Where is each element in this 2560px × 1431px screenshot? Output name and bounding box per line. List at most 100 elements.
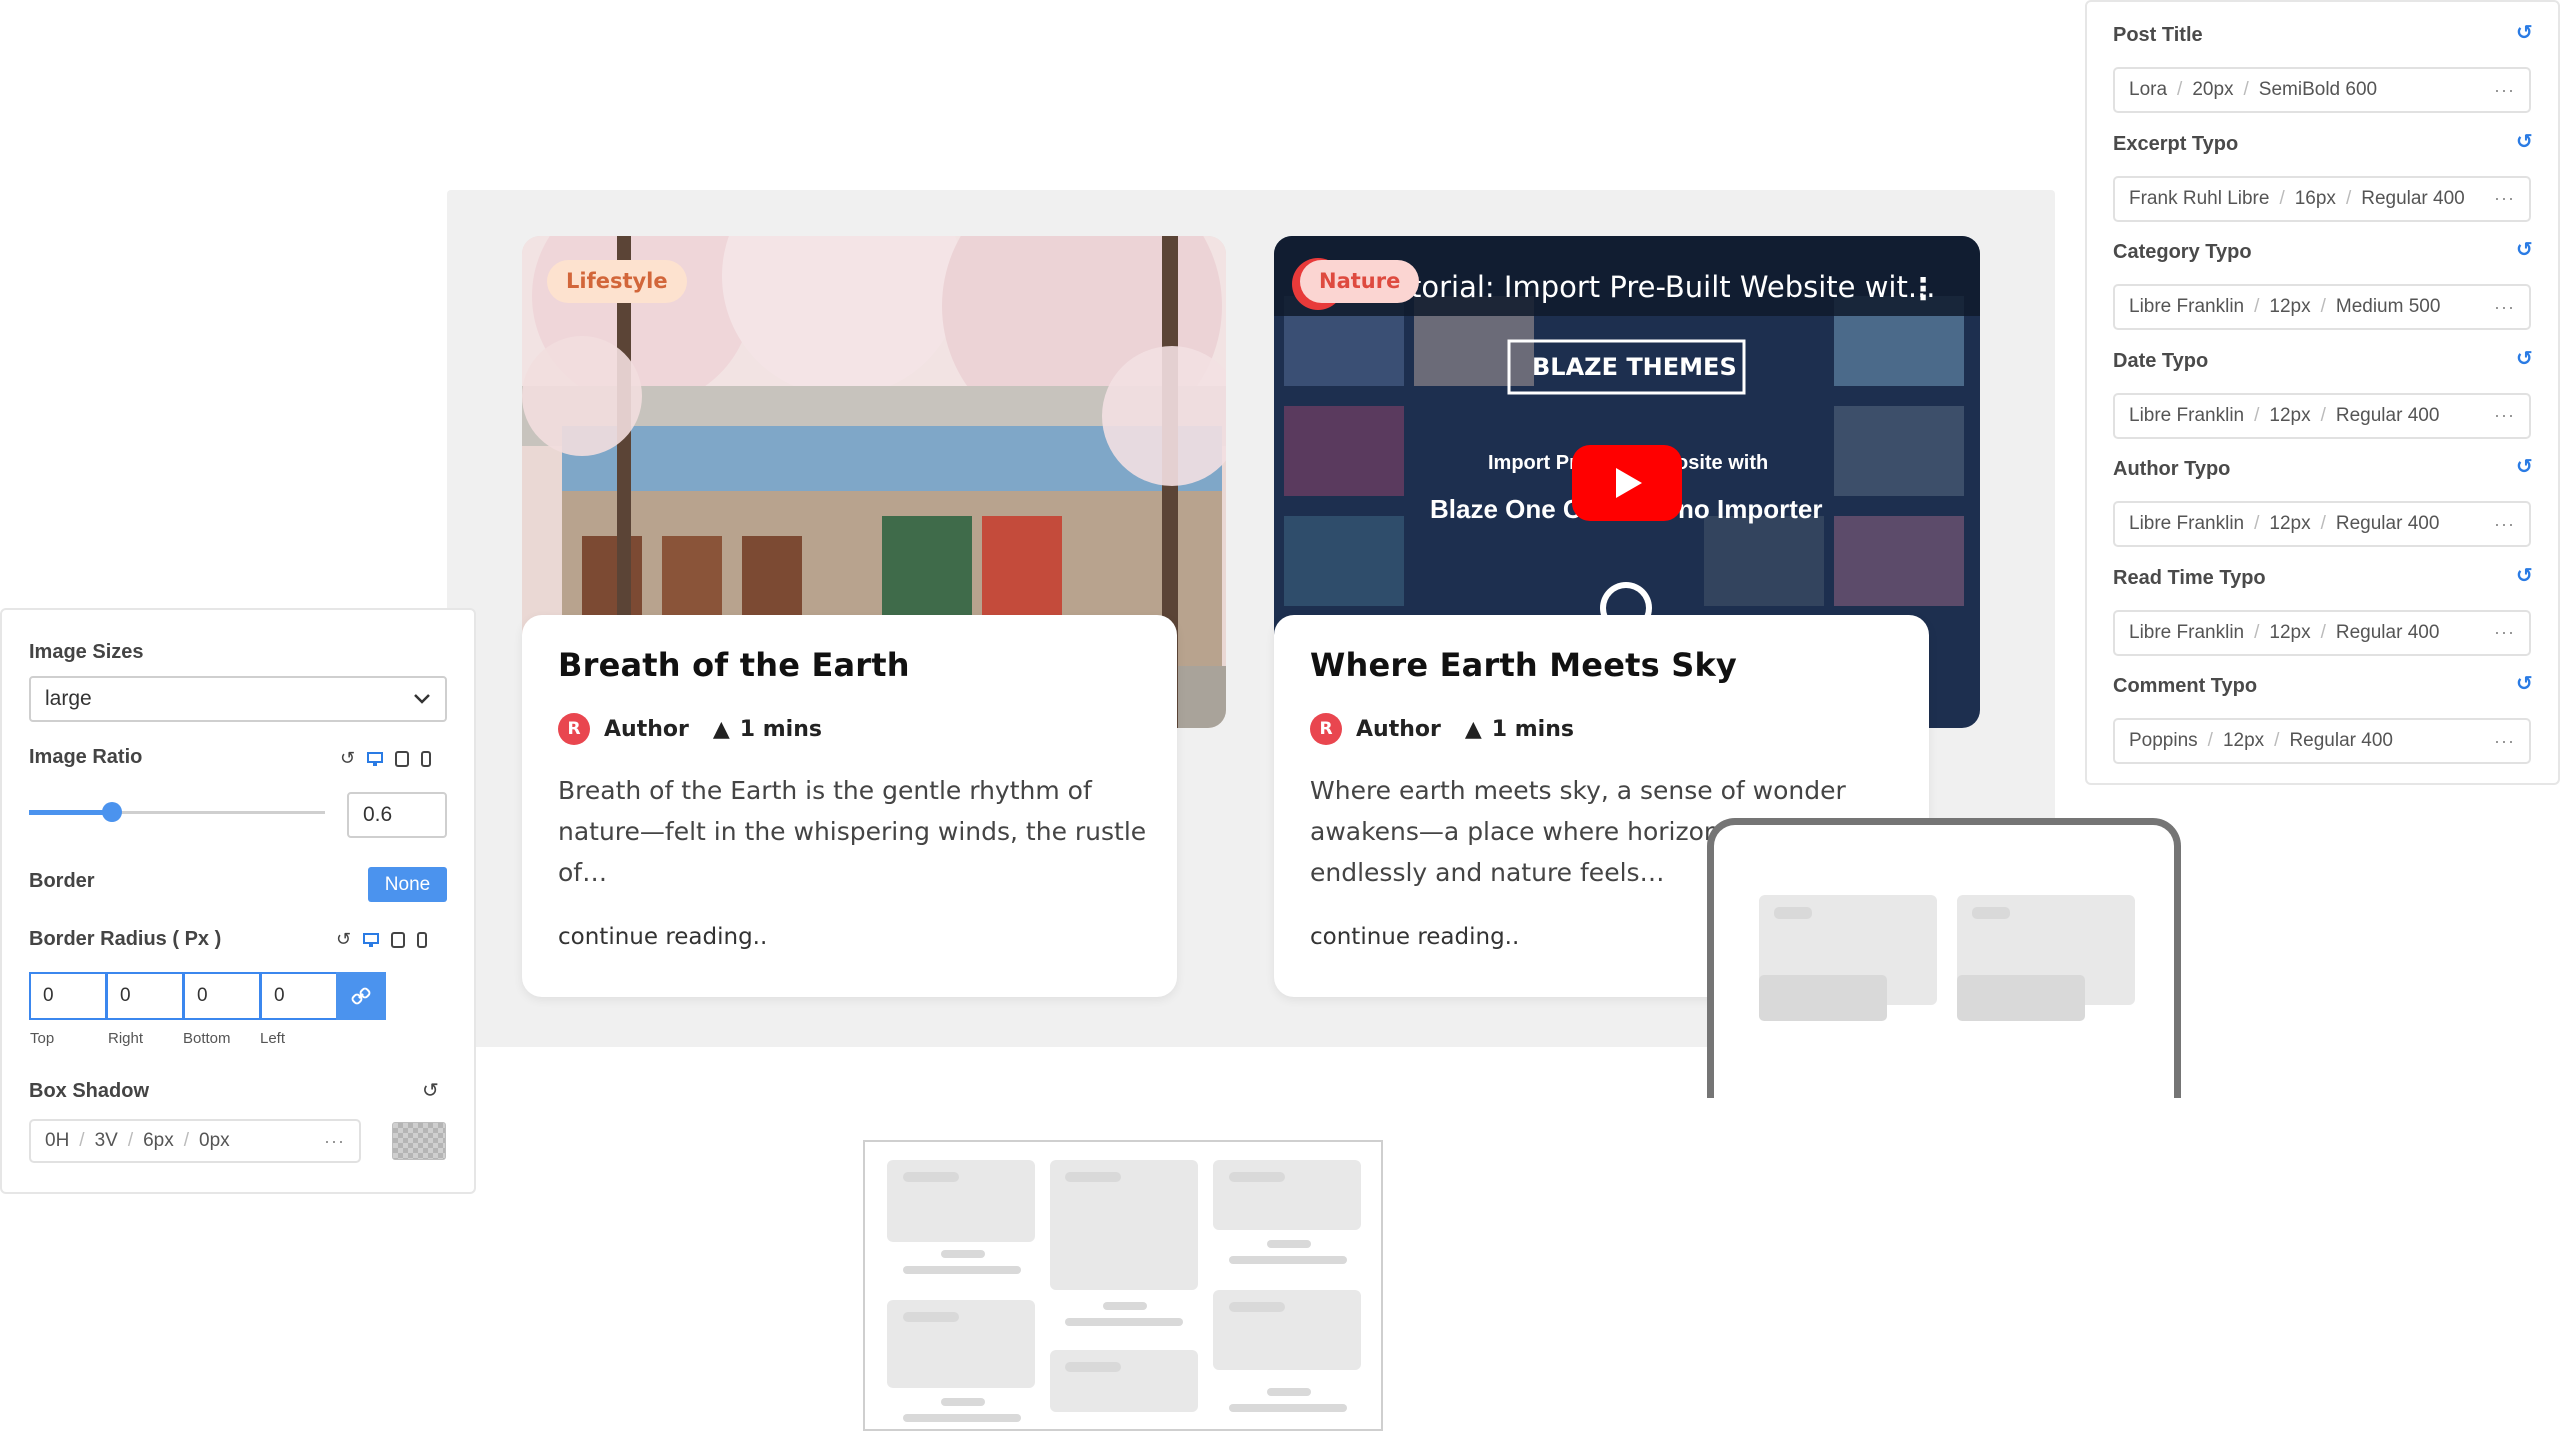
typography-label: Category Typo <box>2113 241 2252 263</box>
typography-size: 12px <box>2269 296 2311 317</box>
author-avatar: R <box>558 713 590 745</box>
separator: / <box>2207 730 2213 751</box>
image-ratio-label: Image Ratio <box>29 746 143 768</box>
radius-bottom-input[interactable]: 0 <box>183 972 261 1020</box>
radius-left-caption: Left <box>260 1030 286 1047</box>
link-icon <box>351 987 371 1005</box>
read-time: 1 mins <box>739 716 822 742</box>
video-text: Import Pr <box>1488 452 1577 474</box>
placeholder-line <box>1267 1240 1311 1248</box>
reset-icon[interactable]: ↺ <box>2516 671 2533 696</box>
mobile-icon[interactable] <box>421 750 432 767</box>
separator: / <box>2345 187 2352 209</box>
responsive-toggles: ↺ <box>340 748 432 769</box>
more-options-icon[interactable]: ··· <box>2494 80 2515 101</box>
image-ratio-input[interactable]: 0.6 <box>347 792 447 838</box>
typography-field[interactable]: Libre Franklin / 12px / Regular 400 ··· <box>2113 392 2531 439</box>
shadow-blur: 6px <box>143 1130 174 1151</box>
category-badge[interactable]: Nature <box>1300 260 1420 303</box>
typography-weight: Medium 500 <box>2335 296 2441 317</box>
desktop-icon[interactable] <box>363 932 380 948</box>
reset-icon[interactable]: ↺ <box>2516 237 2533 262</box>
excerpt-line: Where earth meets sky, a sense of wonder <box>1310 776 1846 805</box>
more-options-icon[interactable]: ··· <box>2494 297 2515 318</box>
placeholder-line <box>903 1414 1021 1422</box>
typography-font: Libre Franklin <box>2129 404 2245 426</box>
typography-field[interactable]: Frank Ruhl Libre / 16px / Regular 400 ··· <box>2113 175 2531 222</box>
image-sizes-select[interactable]: large <box>29 676 447 722</box>
more-options-icon[interactable]: ··· <box>2494 188 2515 209</box>
tablet-icon[interactable] <box>395 750 410 767</box>
radius-right-input[interactable]: 0 <box>106 972 184 1020</box>
typography-weight: Regular 400 <box>2335 404 2440 426</box>
image-ratio-slider-handle[interactable] <box>101 802 122 822</box>
post-excerpt: Breath of the Earth is the gentle rhythm… <box>558 770 1158 893</box>
separator: / <box>2274 730 2280 751</box>
typography-panel: Post Title ↺ Lora / 20px / SemiBold 600 ··· Exce… <box>2085 0 2560 785</box>
category-badge[interactable]: Lifestyle <box>547 260 687 303</box>
typography-label: Post Title <box>2113 24 2203 46</box>
more-options-icon[interactable]: ··· <box>2494 622 2515 643</box>
typography-font: Libre Franklin <box>2129 296 2245 317</box>
typography-field[interactable]: Poppins / 12px / Regular 400 ··· <box>2113 718 2531 764</box>
more-options-icon[interactable]: ··· <box>2494 405 2515 426</box>
image-sizes-value: large <box>45 687 92 710</box>
post-title[interactable]: Where Earth Meets Sky <box>1310 646 1737 684</box>
author-name[interactable]: Author <box>604 717 689 742</box>
author-name[interactable]: Author <box>1356 717 1441 742</box>
placeholder-line <box>903 1172 959 1182</box>
excerpt-line: of… <box>558 858 608 887</box>
placeholder-line <box>1065 1318 1183 1326</box>
continue-reading-link[interactable]: continue reading.. <box>1310 924 1519 950</box>
separator: / <box>2320 404 2326 426</box>
more-options-icon[interactable]: ··· <box>2494 514 2515 535</box>
read-time: 1 mins <box>1491 716 1574 742</box>
separator: / <box>2320 296 2326 317</box>
shadow-color-swatch[interactable] <box>392 1122 446 1160</box>
reset-icon[interactable]: ↺ <box>2516 563 2533 588</box>
reset-icon[interactable]: ↺ <box>2516 346 2533 371</box>
shadow-spread: 0px <box>199 1130 230 1151</box>
typography-size: 12px <box>2269 404 2311 426</box>
reset-icon[interactable]: ↺ <box>2516 129 2533 154</box>
excerpt-line: nature—felt in the whispering winds, the… <box>558 817 1147 846</box>
tablet-icon[interactable] <box>391 931 406 948</box>
typography-field[interactable]: Libre Franklin / 12px / Medium 500 ··· <box>2113 284 2531 330</box>
reset-icon[interactable]: ↺ <box>2516 454 2533 479</box>
border-none-button[interactable]: None <box>368 867 447 902</box>
typography-field[interactable]: Libre Franklin / 12px / Regular 400 ··· <box>2113 501 2531 547</box>
reading-icon: ▲ <box>712 716 730 742</box>
box-shadow-field[interactable]: 0H/ 3V/ 6px/ 0px ··· <box>29 1119 361 1163</box>
typography-font: Libre Franklin <box>2129 513 2245 534</box>
post-title[interactable]: Breath of the Earth <box>558 646 910 684</box>
placeholder-line <box>1267 1388 1311 1396</box>
typography-font: Poppins <box>2129 730 2198 751</box>
typography-field[interactable]: Libre Franklin / 12px / Regular 400 ··· <box>2113 609 2531 656</box>
more-options-icon[interactable]: ··· <box>2494 731 2515 752</box>
reset-icon[interactable]: ↺ <box>340 748 355 769</box>
more-vert-icon[interactable]: ⋮ <box>1908 272 1938 307</box>
typography-field[interactable]: Lora / 20px / SemiBold 600 ··· <box>2113 67 2531 113</box>
typography-weight: SemiBold 600 <box>2258 79 2378 100</box>
youtube-play-button[interactable] <box>1572 445 1682 521</box>
reset-icon[interactable]: ↺ <box>336 929 351 950</box>
continue-reading-link[interactable]: continue reading.. <box>558 924 767 950</box>
radius-bottom-caption: Bottom <box>183 1030 231 1047</box>
desktop-icon[interactable] <box>367 751 384 767</box>
image-sizes-label: Image Sizes <box>29 641 144 663</box>
mobile-icon[interactable] <box>417 931 428 948</box>
placeholder-block <box>1957 975 2085 1021</box>
radius-top-input[interactable]: 0 <box>29 972 107 1020</box>
shadow-v: 3V <box>94 1130 118 1151</box>
video-title[interactable]: torial: Import Pre-Built Website wit... <box>1410 270 1936 304</box>
radius-left-input[interactable]: 0 <box>260 972 338 1020</box>
play-icon <box>1616 468 1642 498</box>
placeholder-line <box>903 1312 959 1322</box>
reset-icon[interactable]: ↺ <box>2516 20 2533 45</box>
separator: / <box>2320 513 2326 534</box>
reset-icon[interactable]: ↺ <box>422 1078 439 1103</box>
link-values-button[interactable] <box>336 972 386 1020</box>
more-options-icon[interactable]: ··· <box>324 1131 345 1152</box>
image-ratio-slider-fill <box>29 810 112 815</box>
separator: / <box>2254 296 2260 317</box>
